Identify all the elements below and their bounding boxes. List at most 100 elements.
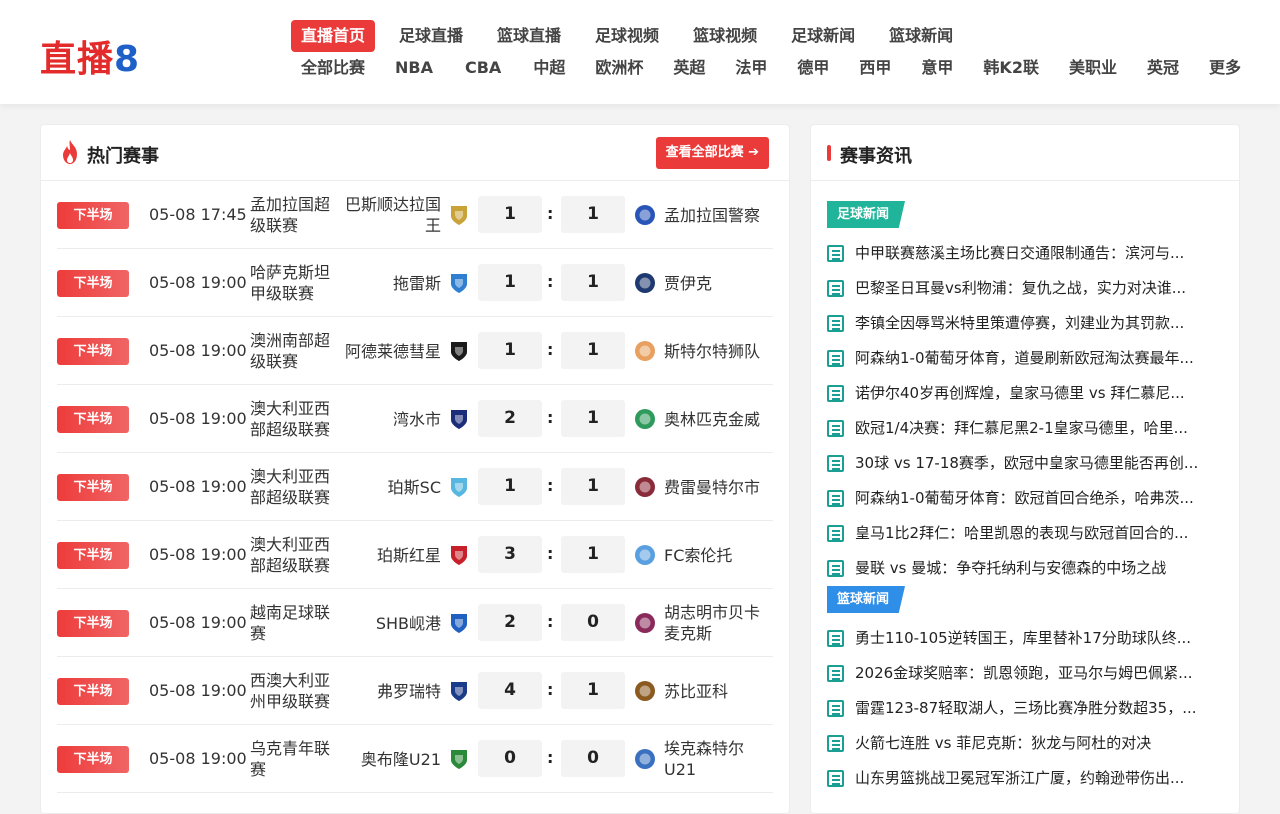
match-row[interactable]: 下半场 05-08 19:00 澳大利亚西部超级联赛 湾水市 2 : 1 奥林匹…	[57, 385, 773, 453]
news-headline[interactable]: 阿森纳1-0葡萄牙体育，道曼刷新欧冠淘汰赛最年...	[855, 349, 1194, 367]
home-team-name[interactable]: 巴斯顺达拉国王	[335, 194, 441, 236]
logo-number: 8	[114, 39, 141, 80]
news-headline[interactable]: 勇士110-105逆转国王，库里替补17分助球队终...	[855, 629, 1191, 647]
away-team-name[interactable]: FC索伦托	[664, 545, 774, 566]
match-row[interactable]: 下半场 05-08 19:00 澳洲南部超级联赛 阿德莱德彗星 1 : 1 斯特…	[57, 317, 773, 385]
league-link[interactable]: 欧洲杯	[585, 55, 653, 81]
match-league[interactable]: 西澳大利亚州甲级联赛	[250, 670, 336, 712]
match-row[interactable]: 下半场 05-08 19:00 哈萨克斯坦甲级联赛 拖雷斯 1 : 1 贾伊克	[57, 249, 773, 317]
news-item[interactable]: 火箭七连胜 vs 菲尼克斯：狄龙与阿杜的对决	[827, 726, 1217, 761]
nav-basketball-live[interactable]: 篮球直播	[487, 20, 571, 52]
news-item[interactable]: 山东男篮挑战卫冕冠军浙江广厦，约翰逊带伤出...	[827, 761, 1217, 796]
match-row[interactable]: 下半场 05-08 19:00 越南足球联赛 SHB岘港 2 : 0 胡志明市贝…	[57, 589, 773, 657]
news-item[interactable]: 阿森纳1-0葡萄牙体育，道曼刷新欧冠淘汰赛最年...	[827, 341, 1217, 376]
news-headline[interactable]: 皇马1比2拜仁：哈里凯恩的表现与欧冠首回合的...	[855, 524, 1188, 542]
league-link[interactable]: 韩K2联	[973, 55, 1049, 81]
away-team-name[interactable]: 胡志明市贝卡麦克斯	[664, 602, 774, 644]
league-link[interactable]: NBA	[385, 55, 443, 81]
league-link[interactable]: 全部比赛	[291, 55, 375, 81]
match-row[interactable]: 下半场 05-08 19:00 西澳大利亚州甲级联赛 弗罗瑞特 4 : 1 苏比…	[57, 657, 773, 725]
news-headline[interactable]: 2026金球奖赔率：凯恩领跑，亚马尔与姆巴佩紧...	[855, 664, 1192, 682]
news-headline[interactable]: 欧冠1/4决赛：拜仁慕尼黑2-1皇家马德里，哈里...	[855, 419, 1188, 437]
news-headline[interactable]: 中甲联赛慈溪主场比赛日交通限制通告：滨河与...	[855, 244, 1184, 262]
match-league[interactable]: 澳大利亚西部超级联赛	[250, 398, 336, 440]
away-team-name[interactable]: 埃克森特尔U21	[664, 738, 774, 780]
league-link[interactable]: 法甲	[725, 55, 777, 81]
home-team-name[interactable]: 弗罗瑞特	[335, 681, 441, 702]
news-item[interactable]: 2026金球奖赔率：凯恩领跑，亚马尔与姆巴佩紧...	[827, 656, 1217, 691]
away-team-name[interactable]: 贾伊克	[664, 273, 774, 294]
league-link[interactable]: CBA	[455, 55, 511, 81]
match-league[interactable]: 越南足球联赛	[250, 602, 336, 644]
away-score: 1	[561, 332, 625, 369]
news-headline[interactable]: 李镇全因辱骂米特里策遭停赛，刘建业为其罚款...	[855, 314, 1184, 332]
away-team-name[interactable]: 苏比亚科	[664, 681, 774, 702]
away-team-name[interactable]: 奥林匹克金威	[664, 409, 774, 430]
news-item[interactable]: 欧冠1/4决赛：拜仁慕尼黑2-1皇家马德里，哈里...	[827, 411, 1217, 446]
league-link[interactable]: 中超	[523, 55, 575, 81]
away-team-name[interactable]: 费雷曼特尔市	[664, 477, 774, 498]
match-row[interactable]: 下半场 05-08 19:00 澳大利亚西部超级联赛 珀斯红星 3 : 1 FC…	[57, 521, 773, 589]
news-headline[interactable]: 诺伊尔40岁再创辉煌，皇家马德里 vs 拜仁慕尼...	[855, 384, 1185, 402]
nav-football-live[interactable]: 足球直播	[389, 20, 473, 52]
football-news-tag[interactable]: 足球新闻	[827, 201, 906, 228]
nav-home[interactable]: 直播首页	[291, 20, 376, 52]
away-score: 1	[561, 400, 625, 437]
nav-basketball-news[interactable]: 篮球新闻	[879, 20, 963, 52]
away-team-name[interactable]: 斯特尔特狮队	[664, 341, 774, 362]
home-team-name[interactable]: 阿德莱德彗星	[335, 341, 441, 362]
home-team-name[interactable]: 珀斯红星	[335, 545, 441, 566]
news-headline[interactable]: 火箭七连胜 vs 菲尼克斯：狄龙与阿杜的对决	[855, 734, 1151, 752]
news-doc-icon	[827, 630, 844, 647]
match-row[interactable]: 下半场 05-08 17:45 孟加拉国超级联赛 巴斯顺达拉国王 1 : 1 孟…	[57, 181, 773, 249]
news-item[interactable]: 雷霆123-87轻取湖人，三场比赛净胜分数超35，...	[827, 691, 1217, 726]
news-item[interactable]: 曼联 vs 曼城：争夺托纳利与安德森的中场之战	[827, 551, 1217, 586]
news-headline[interactable]: 巴黎圣日耳曼vs利物浦：复仇之战，实力对决谁...	[855, 279, 1186, 297]
match-row[interactable]: 下半场 05-08 19:00 澳大利亚西部超级联赛 珀斯SC 1 : 1 费雷…	[57, 453, 773, 521]
news-headline[interactable]: 阿森纳1-0葡萄牙体育：欧冠首回合绝杀，哈弗茨...	[855, 489, 1194, 507]
league-link[interactable]: 英超	[663, 55, 715, 81]
league-link[interactable]: 英冠	[1137, 55, 1189, 81]
home-team-name[interactable]: 湾水市	[335, 409, 441, 430]
nav-football-video[interactable]: 足球视频	[585, 20, 669, 52]
league-link[interactable]: 美职业	[1059, 55, 1127, 81]
news-item[interactable]: 皇马1比2拜仁：哈里凯恩的表现与欧冠首回合的...	[827, 516, 1217, 551]
view-all-matches-button[interactable]: 查看全部比赛 ➔	[655, 137, 769, 169]
news-item[interactable]: 李镇全因辱骂米特里策遭停赛，刘建业为其罚款...	[827, 306, 1217, 341]
nav-basketball-video[interactable]: 篮球视频	[683, 20, 767, 52]
news-headline[interactable]: 30球 vs 17-18赛季，欧冠中皇家马德里能否再创...	[855, 454, 1198, 472]
home-team-name[interactable]: 珀斯SC	[335, 477, 441, 498]
news-header: 赛事资讯	[811, 125, 1239, 181]
news-item[interactable]: 阿森纳1-0葡萄牙体育：欧冠首回合绝杀，哈弗茨...	[827, 481, 1217, 516]
news-item[interactable]: 巴黎圣日耳曼vs利物浦：复仇之战，实力对决谁...	[827, 271, 1217, 306]
home-team-name[interactable]: 奥布隆U21	[335, 749, 441, 770]
match-row[interactable]: 下半场 05-08 19:00 乌克青年联赛 奥布隆U21 0 : 0 埃克森特…	[57, 725, 773, 793]
news-item[interactable]: 30球 vs 17-18赛季，欧冠中皇家马德里能否再创...	[827, 446, 1217, 481]
league-link[interactable]: 更多	[1199, 55, 1251, 81]
away-team-name[interactable]: 孟加拉国警察	[664, 205, 774, 226]
news-headline[interactable]: 山东男篮挑战卫冕冠军浙江广厦，约翰逊带伤出...	[855, 769, 1184, 787]
match-league[interactable]: 乌克青年联赛	[250, 738, 336, 780]
match-league[interactable]: 澳大利亚西部超级联赛	[250, 466, 336, 508]
news-item[interactable]: 勇士110-105逆转国王，库里替补17分助球队终...	[827, 621, 1217, 656]
news-doc-icon	[827, 245, 844, 262]
league-link[interactable]: 意甲	[911, 55, 963, 81]
match-league[interactable]: 孟加拉国超级联赛	[250, 194, 336, 236]
nav-football-news[interactable]: 足球新闻	[781, 20, 865, 52]
home-team-name[interactable]: SHB岘港	[335, 613, 441, 634]
league-link[interactable]: 德甲	[787, 55, 839, 81]
basketball-news-tag[interactable]: 篮球新闻	[827, 586, 906, 613]
news-item[interactable]: 诺伊尔40岁再创辉煌，皇家马德里 vs 拜仁慕尼...	[827, 376, 1217, 411]
news-doc-icon	[827, 560, 844, 577]
score-separator: :	[547, 680, 554, 699]
match-league[interactable]: 澳大利亚西部超级联赛	[250, 534, 336, 576]
home-team-name[interactable]: 拖雷斯	[335, 273, 441, 294]
news-headline[interactable]: 曼联 vs 曼城：争夺托纳利与安德森的中场之战	[855, 559, 1166, 577]
site-logo[interactable]: 直播8	[40, 30, 140, 82]
news-item[interactable]: 中甲联赛慈溪主场比赛日交通限制通告：滨河与...	[827, 236, 1217, 271]
match-league[interactable]: 澳洲南部超级联赛	[250, 330, 336, 372]
home-team-crest-icon	[451, 206, 467, 225]
news-headline[interactable]: 雷霆123-87轻取湖人，三场比赛净胜分数超35，...	[855, 699, 1197, 717]
league-link[interactable]: 西甲	[849, 55, 901, 81]
match-league[interactable]: 哈萨克斯坦甲级联赛	[250, 262, 336, 304]
